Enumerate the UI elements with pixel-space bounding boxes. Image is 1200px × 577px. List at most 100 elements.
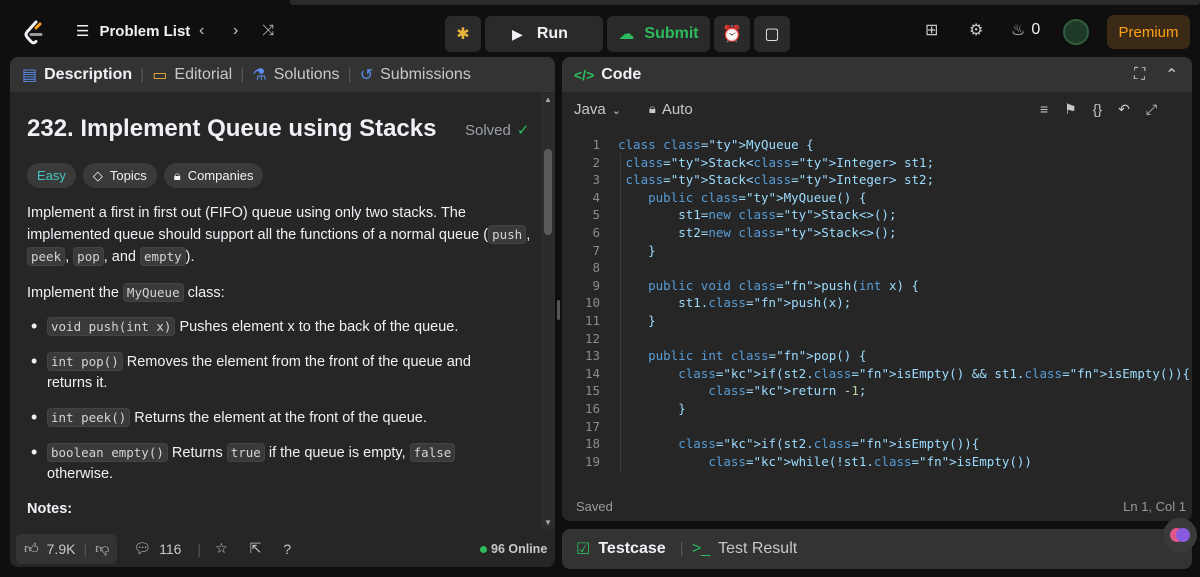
code-line[interactable]: class="ty">Stack<class="ty">Integer> st1… (618, 155, 935, 170)
star-icon[interactable]: ☆ (215, 540, 228, 557)
code-line[interactable]: class="kc">while(!st1.class="fn">isEmpty… (618, 454, 1032, 469)
code-panel: </> Code ⛶ ⌃ Java ⌄ 🔒︎ Auto ≡ ⚑ {} ↶ ⤢ 1… (562, 57, 1192, 521)
collapse-icon[interactable]: ⌃ (1165, 65, 1178, 85)
line-number: 15 (584, 383, 600, 399)
line-number: 5 (592, 207, 600, 223)
code-line[interactable]: class="kc">return -1; (618, 383, 866, 398)
list-item: int peek() Returns the element at the fr… (27, 407, 532, 429)
braces-icon[interactable]: {} (1093, 101, 1102, 118)
cursor-position: Ln 1, Col 1 (1123, 499, 1186, 514)
line-number: 9 (592, 277, 600, 293)
thumbs-down-icon[interactable]: 👎︎ (95, 540, 109, 557)
fullscreen-icon[interactable]: ⛶ (1134, 66, 1145, 84)
next-problem-icon[interactable]: › (233, 22, 238, 40)
code-line[interactable]: st2=new class="ty">Stack<>(); (618, 225, 896, 240)
code-line[interactable]: st1=new class="ty">Stack<>(); (618, 207, 896, 222)
settings-gear-icon[interactable]: ⚙ (969, 20, 983, 40)
code-line[interactable]: } (618, 243, 656, 258)
method-list: void push(int x) Pushes element x to the… (27, 316, 532, 485)
timer-button[interactable]: ⏰ (714, 16, 750, 52)
scroll-down-icon[interactable]: ▼ (544, 518, 552, 527)
streak-counter[interactable]: ♨ 0 (1011, 20, 1040, 40)
code-line[interactable]: } (618, 401, 686, 416)
code-editor[interactable]: 1 class class="ty">MyQueue {2 class="ty">… (562, 135, 1192, 477)
code-line[interactable]: } (618, 313, 656, 328)
tab-solutions[interactable]: ⚗ Solutions (252, 65, 339, 85)
debug-button[interactable]: ✱ (445, 16, 481, 52)
scrollbar-thumb[interactable] (544, 149, 552, 235)
code-line[interactable]: public class="ty">MyQueue() { (618, 190, 866, 205)
tab-submissions-label: Submissions (380, 65, 471, 83)
code-line[interactable]: public int class="fn">pop() { (618, 348, 866, 363)
method-text: Returns the element at the front of the … (130, 410, 427, 426)
like-dislike-group: 👍︎ 7.9K | 👎︎ (16, 533, 118, 564)
tab-description[interactable]: ▤ Description (22, 65, 132, 85)
language-select[interactable]: Java ⌄ (574, 101, 621, 118)
notes-button[interactable]: ▢ (754, 16, 790, 52)
tab-submissions[interactable]: ↺ Submissions (360, 65, 471, 85)
editor-status-bar: Saved Ln 1, Col 1 (576, 499, 1186, 514)
code-line[interactable]: public void class="fn">push(int x) { (618, 278, 919, 293)
saved-status: Saved (576, 499, 613, 514)
layout-icon[interactable]: ⊞ (925, 20, 938, 40)
brain-icon (1170, 528, 1190, 542)
fire-icon: ♨ (1011, 22, 1026, 39)
code-line[interactable]: class="kc">if(st2.class="fn">isEmpty() &… (618, 366, 1190, 381)
line-number: 7 (592, 242, 600, 258)
method-signature: int pop() (47, 352, 123, 371)
tab-testcase[interactable]: Testcase (598, 540, 665, 558)
line-number: 16 (584, 401, 600, 416)
comment-icon: 💬︎ (133, 540, 152, 556)
problem-list-button[interactable]: ☰ Problem List (76, 22, 190, 41)
bug-icon: ✱ (456, 26, 470, 43)
list-item: boolean empty() Returns true if the queu… (27, 442, 467, 485)
prev-problem-icon[interactable]: ‹ (199, 22, 204, 40)
code-line[interactable]: class="kc">if(st2.class="fn">isEmpty()){ (618, 436, 979, 451)
premium-button[interactable]: Premium (1107, 15, 1190, 49)
code-line[interactable]: class class="ty">MyQueue { (618, 137, 814, 152)
help-icon[interactable]: ? (283, 541, 291, 557)
lock-icon: 🔒︎ (173, 167, 181, 183)
bottom-tab-bar: ☑ Testcase | >_ Test Result (576, 540, 798, 558)
code-brackets-icon: </> (574, 66, 595, 83)
tab-editorial-label: Editorial (174, 65, 233, 83)
autocomplete-toggle[interactable]: 🔒︎ Auto (649, 101, 693, 118)
check-circle-icon: ✓ (516, 122, 530, 139)
run-button[interactable]: ▶ Run (485, 16, 603, 52)
method-text: if the queue is empty, (264, 445, 410, 461)
line-number: 6 (592, 225, 600, 240)
tab-test-result[interactable]: Test Result (718, 540, 797, 558)
comments-button[interactable]: 💬︎ 116 (133, 540, 181, 557)
bookmark-icon[interactable]: ⚑ (1064, 101, 1077, 118)
inline-code: empty (140, 247, 186, 266)
expand-icon[interactable]: ⤢ (1146, 101, 1157, 118)
comment-count: 116 (159, 540, 182, 557)
tab-editorial[interactable]: ▭ Editorial (152, 65, 232, 85)
line-number: 8 (592, 260, 600, 276)
thumbs-up-icon[interactable]: 👍︎ (24, 540, 39, 557)
code-line[interactable]: class="ty">Stack<class="ty">Integer> st2… (618, 172, 935, 187)
description-scrollbar[interactable]: ▲ ▼ (541, 93, 555, 529)
implement-line: Implement the MyQueue class: (27, 282, 532, 304)
panel-resize-handle[interactable] (557, 300, 560, 320)
reset-icon[interactable]: ↶ (1118, 101, 1130, 118)
scroll-up-icon[interactable]: ▲ (544, 95, 552, 104)
share-icon[interactable]: ⇱ (250, 540, 262, 557)
companies-label: Companies (187, 168, 254, 183)
avatar[interactable] (1063, 19, 1089, 45)
companies-tag[interactable]: 🔒︎ Companies (163, 163, 264, 188)
format-icon[interactable]: ≡ (1040, 101, 1048, 118)
chevron-down-icon: ⌄ (611, 105, 621, 117)
online-label: 96 Online (491, 542, 548, 556)
notes-heading: Notes: (27, 501, 73, 517)
inline-code: false (409, 443, 456, 462)
ai-assistant-button[interactable] (1163, 518, 1197, 552)
topics-tag[interactable]: ◇ Topics (82, 163, 157, 188)
problem-description: Implement a first in first out (FIFO) qu… (27, 203, 532, 534)
submit-button[interactable]: ☁ Submit (607, 16, 710, 52)
shuffle-icon[interactable]: ⤨ (262, 22, 274, 39)
leetcode-logo-icon[interactable] (22, 20, 46, 46)
tab-solutions-label: Solutions (273, 65, 340, 83)
like-count: 7.9K (46, 540, 76, 557)
code-line[interactable]: st1.class="fn">push(x); (618, 295, 851, 310)
